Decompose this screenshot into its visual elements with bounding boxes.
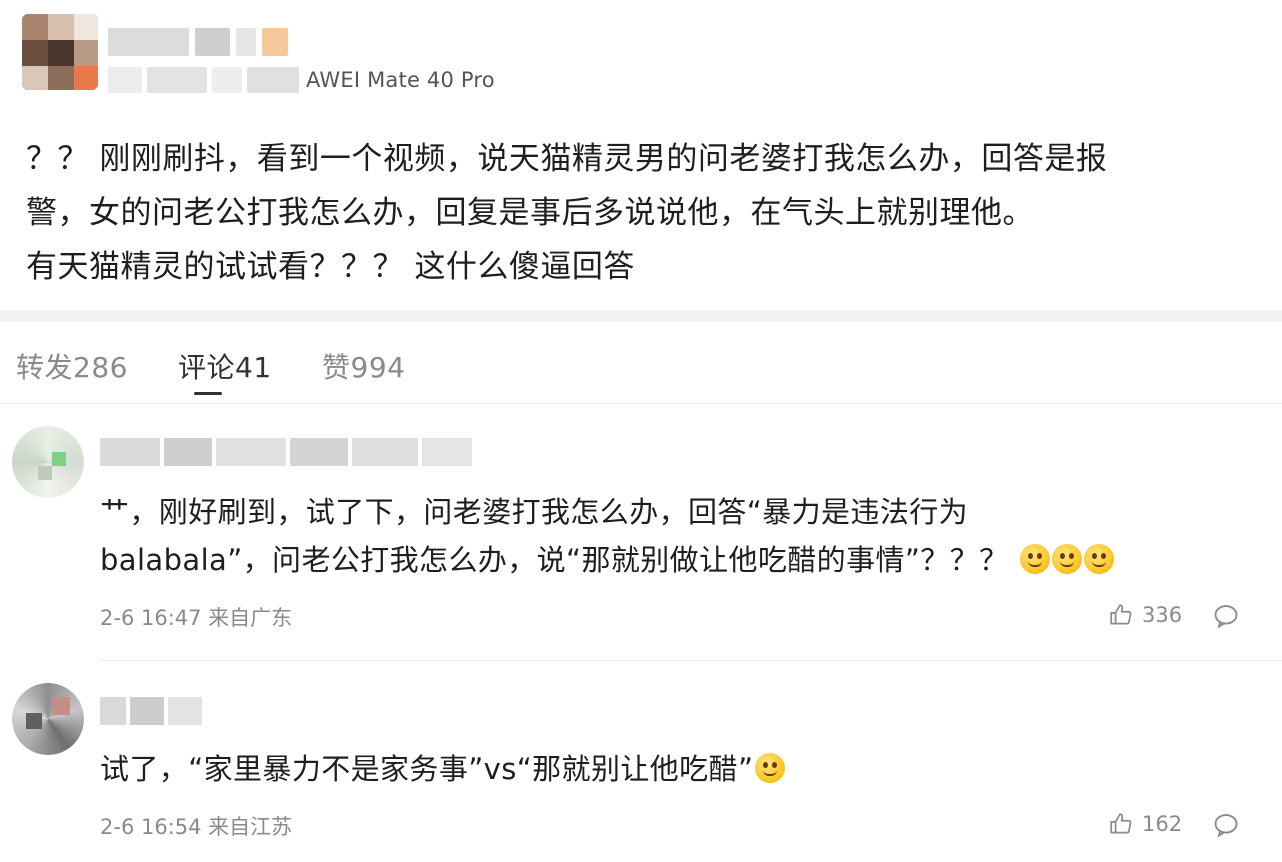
post-author-avatar[interactable] — [22, 14, 98, 90]
post-body: ？？ 刚刚刷抖，看到一个视频，说天猫精灵男的问老婆打我怎么办，回答是报 警，女的… — [26, 132, 1226, 294]
commenter-avatar[interactable] — [12, 683, 84, 755]
comment-line: 艹，刚好刷到，试了下，问老婆打我怎么办，回答“暴力是违法行为 — [100, 495, 969, 529]
commenter-avatar[interactable] — [12, 426, 84, 498]
comment-body: 艹，刚好刷到，试了下，问老婆打我怎么办，回答“暴力是违法行为 balabala”… — [100, 488, 1250, 584]
tab-likes[interactable]: 赞994 — [322, 346, 405, 386]
post-line: 有天猫精灵的试试看？？？ 这什么傻逼回答 — [26, 249, 635, 285]
like-button[interactable]: 336 — [1108, 602, 1182, 628]
comment-footer: 2-6 16:54 来自江苏 162 — [100, 811, 1250, 843]
post-line: ？？ 刚刚刷抖，看到一个视频，说天猫精灵男的问老婆打我怎么办，回答是报 — [26, 141, 1108, 177]
weibo-post: AWEI Mate 40 Pro ？？ 刚刚刷抖，看到一个视频，说天猫精灵男的问… — [0, 0, 1282, 310]
like-count: 162 — [1142, 812, 1183, 836]
comment-body: 试了，“家里暴力不是家务事”vs“那就别让他吃醋” — [100, 745, 1250, 793]
section-divider — [0, 310, 1282, 322]
tab-comments[interactable]: 评论41 — [178, 346, 272, 386]
thumbs-up-icon — [1110, 604, 1132, 625]
grin-emoji-icon — [1020, 544, 1051, 574]
comment: 试了，“家里暴力不是家务事”vs“那就别让他吃醋” 2-6 16:54 来自江苏… — [0, 661, 1282, 862]
reply-bubble-icon[interactable] — [1212, 811, 1240, 839]
commenter-name-blurred[interactable] — [100, 438, 472, 466]
smile-emoji-icon — [755, 753, 786, 783]
comment-footer: 2-6 16:47 来自广东 336 — [100, 602, 1250, 634]
comment-timestamp: 2-6 16:47 来自广东 — [100, 606, 293, 630]
like-button[interactable]: 162 — [1108, 811, 1182, 837]
comment-line-text: balabala”，问老公打我怎么办，说“那就别做让他吃醋的事情”？？？ — [100, 543, 1009, 577]
post-tabs: 转发286 评论41 赞994 — [0, 322, 1282, 404]
like-count: 336 — [1142, 603, 1183, 627]
comment-line: 试了，“家里暴力不是家务事”vs“那就别让他吃醋” — [100, 745, 1250, 793]
post-device: AWEI Mate 40 Pro — [306, 68, 495, 92]
commenter-name-blurred[interactable] — [100, 697, 202, 725]
post-meta-blurred — [108, 67, 304, 93]
comment-timestamp: 2-6 16:54 来自江苏 — [100, 815, 293, 839]
post-author-name-blurred[interactable] — [108, 28, 288, 56]
comment: 艹，刚好刷到，试了下，问老婆打我怎么办，回答“暴力是违法行为 balabala”… — [0, 404, 1282, 660]
post-meta: AWEI Mate 40 Pro — [108, 66, 495, 94]
comment-line: balabala”，问老公打我怎么办，说“那就别做让他吃醋的事情”？？？ — [100, 536, 1250, 584]
grin-emoji-icon — [1084, 544, 1115, 574]
comment-line-text: 试了，“家里暴力不是家务事”vs“那就别让他吃醋” — [100, 752, 754, 786]
post-line: 警，女的问老公打我怎么办，回复是事后多说说他，在气头上就别理他。 — [26, 195, 1034, 231]
thumbs-up-icon — [1110, 813, 1132, 834]
grin-emoji-icon — [1052, 544, 1083, 574]
tab-reposts[interactable]: 转发286 — [16, 346, 128, 386]
reply-bubble-icon[interactable] — [1212, 602, 1240, 630]
active-tab-indicator — [194, 392, 222, 395]
